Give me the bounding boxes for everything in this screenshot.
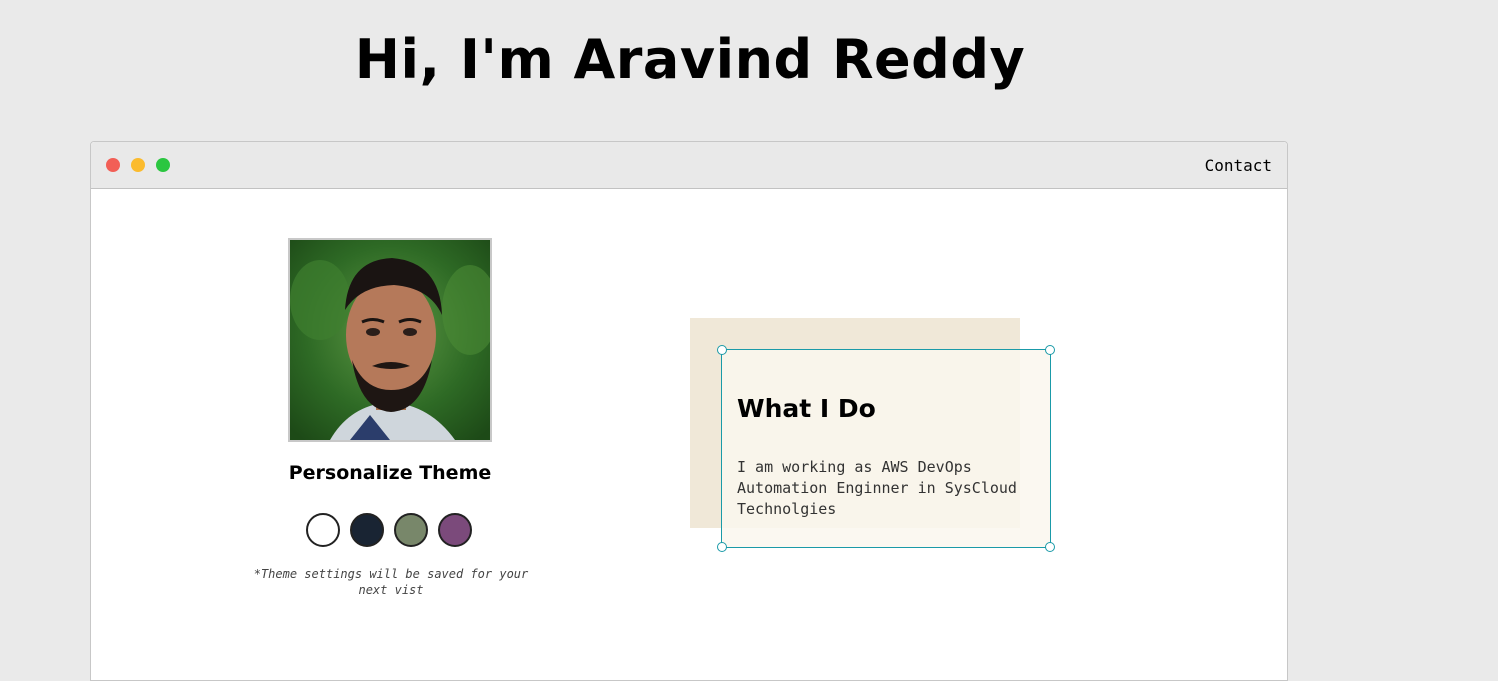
theme-swatches	[306, 513, 476, 549]
profile-photo-icon	[290, 240, 490, 440]
maximize-dot-icon[interactable]	[156, 158, 170, 172]
close-dot-icon[interactable]	[106, 158, 120, 172]
theme-swatch-dark-blue[interactable]	[350, 513, 384, 547]
theme-swatch-purple[interactable]	[438, 513, 472, 547]
minimize-dot-icon[interactable]	[131, 158, 145, 172]
resize-handle-bottom-right[interactable]	[1045, 542, 1055, 552]
resize-handle-top-left[interactable]	[717, 345, 727, 355]
window-titlebar: Contact	[91, 142, 1287, 189]
what-i-do-body: I am working as AWS DevOps Automation En…	[737, 458, 1017, 518]
page-title: Hi, I'm Aravind Reddy	[354, 28, 1026, 91]
browser-window: Contact Personalize Theme *Theme setting…	[90, 141, 1288, 681]
profile-avatar	[288, 238, 492, 442]
theme-swatch-light[interactable]	[306, 513, 340, 547]
personalize-theme-title: Personalize Theme	[288, 462, 492, 484]
what-i-do-card[interactable]: What I Do I am working as AWS DevOps Aut…	[717, 345, 1055, 552]
contact-link[interactable]: Contact	[1205, 156, 1272, 175]
what-i-do-title: What I Do	[737, 394, 876, 423]
resize-handle-top-right[interactable]	[1045, 345, 1055, 355]
theme-swatch-green[interactable]	[394, 513, 428, 547]
theme-note: *Theme settings will be saved for your n…	[253, 567, 529, 597]
resize-handle-bottom-left[interactable]	[717, 542, 727, 552]
